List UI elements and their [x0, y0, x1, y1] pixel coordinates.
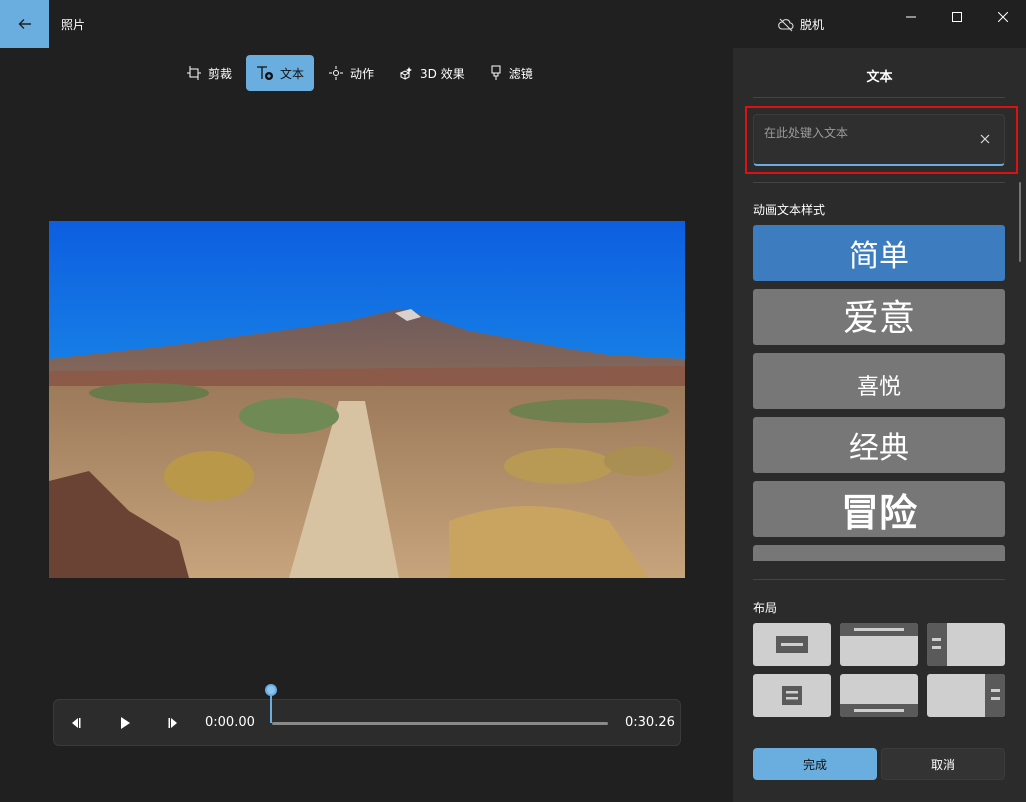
back-button[interactable] [0, 0, 49, 48]
next-frame-button[interactable] [164, 714, 182, 732]
tool-3d-effects[interactable]: 3D 效果 [388, 55, 475, 91]
tool-text-label: 文本 [280, 66, 305, 81]
title-bar: 照片 脱机 [0, 0, 1026, 48]
done-button[interactable]: 完成 [753, 748, 877, 780]
tool-filter-label: 滤镜 [508, 66, 533, 81]
divider [753, 579, 1005, 580]
divider [753, 182, 1005, 183]
tool-filter[interactable]: 滤镜 [479, 55, 543, 91]
app-title: 照片 [61, 18, 86, 32]
layout-right-bar-icon [985, 674, 1005, 717]
style-joy[interactable]: 喜悦 [753, 353, 1005, 409]
input-highlight-box [745, 106, 1018, 174]
style-adventure[interactable]: 冒险 [753, 481, 1005, 537]
landscape-image [49, 221, 685, 578]
layout-center-small[interactable] [753, 674, 831, 717]
minimize-icon [906, 16, 916, 18]
cancel-button[interactable]: 取消 [881, 748, 1005, 780]
play-button[interactable] [116, 714, 134, 732]
current-time: 0:00.00 [205, 715, 255, 730]
layout-center-box-icon [776, 636, 808, 653]
tool-text[interactable]: 文本 [246, 55, 315, 91]
maximize-icon [952, 12, 962, 22]
style-simple[interactable]: 简单 [753, 225, 1005, 281]
close-icon [998, 12, 1008, 22]
layout-left-bar-icon [927, 623, 947, 666]
tool-crop-label: 剪裁 [208, 66, 233, 81]
3d-effects-icon [399, 67, 413, 80]
crop-icon [187, 66, 201, 80]
layout-center-small-icon [782, 686, 802, 705]
previous-frame-button[interactable] [67, 714, 85, 732]
offline-status[interactable]: 脱机 [778, 16, 824, 33]
motion-icon [329, 66, 344, 80]
tool-crop[interactable]: 剪裁 [176, 55, 242, 91]
play-icon [121, 717, 130, 729]
tool-motion[interactable]: 动作 [318, 55, 384, 91]
tool-motion-label: 动作 [350, 66, 375, 81]
timeline-track[interactable] [272, 722, 608, 725]
next-frame-icon [168, 718, 177, 728]
layout-bottom-bar-icon [840, 704, 918, 717]
edit-toolbar: 剪裁 文本 动作 3D 效果 滤镜 [176, 55, 543, 91]
layout-left-bar[interactable] [927, 623, 1005, 666]
layout-grid [753, 623, 1005, 717]
filter-icon [491, 65, 501, 80]
style-classic[interactable]: 经典 [753, 417, 1005, 473]
maximize-button[interactable] [934, 0, 980, 34]
layout-right-bar[interactable] [927, 674, 1005, 717]
text-add-icon [257, 66, 274, 80]
back-arrow-icon [18, 19, 31, 29]
playback-bar: 0:00.00 0:30.26 [53, 699, 681, 746]
cloud-offline-icon [778, 18, 794, 31]
panel-title: 文本 [866, 70, 893, 85]
layout-bottom-bar[interactable] [840, 674, 918, 717]
close-window-button[interactable] [980, 0, 1026, 34]
divider [753, 97, 1005, 98]
layout-center-box[interactable] [753, 623, 831, 666]
style-calm[interactable]: 文静 [753, 545, 1005, 561]
styles-label: 动画文本样式 [753, 203, 826, 217]
layout-label: 布局 [753, 601, 778, 615]
tool-3d-effects-label: 3D 效果 [420, 66, 465, 81]
previous-frame-icon [72, 718, 81, 728]
style-love[interactable]: 爱意 [753, 289, 1005, 345]
playhead-handle[interactable] [265, 684, 277, 696]
video-preview [49, 221, 685, 578]
offline-label: 脱机 [800, 18, 825, 32]
layout-top-bar-icon [840, 623, 918, 636]
styles-scrollbar[interactable] [1019, 182, 1021, 262]
total-time: 0:30.26 [625, 715, 675, 730]
minimize-button[interactable] [888, 0, 934, 34]
layout-top-bar[interactable] [840, 623, 918, 666]
text-style-list: 简单 爱意 喜悦 经典 冒险 文静 [753, 225, 1005, 561]
